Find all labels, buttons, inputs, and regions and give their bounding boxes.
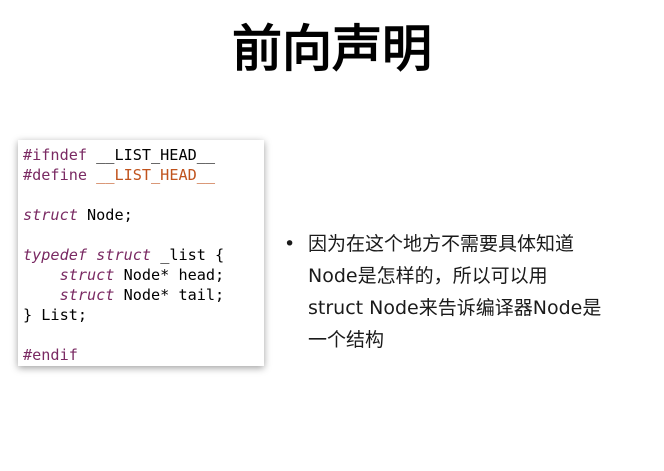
code-line: #define __LIST_HEAD__ xyxy=(23,165,260,185)
code-keyword: struct xyxy=(59,286,115,304)
code-keyword: struct xyxy=(59,266,115,284)
code-line: #ifndef __LIST_HEAD__ xyxy=(23,145,260,165)
bullet-marker: • xyxy=(284,233,296,255)
code-line: struct Node* head; xyxy=(23,265,260,285)
code-preprocessor: #endif xyxy=(23,346,78,364)
bullet-point: • 因为在这个地方不需要具体知道 Node是怎样的，所以可以用 struct N… xyxy=(284,228,644,356)
code-line: struct Node; xyxy=(23,205,260,225)
bullet-text-line: 因为在这个地方不需要具体知道 xyxy=(308,233,575,255)
code-line: } List; xyxy=(23,305,260,325)
code-text: } List; xyxy=(23,306,88,324)
code-macro: __LIST_HEAD__ xyxy=(96,166,216,184)
code-text: Node* head; xyxy=(114,266,225,284)
code-text: _list { xyxy=(151,246,225,264)
bullet-text-line: struct Node来告诉编译器Node是 xyxy=(308,297,602,319)
code-keyword: typedef xyxy=(23,246,88,264)
code-line: typedef struct _list { xyxy=(23,245,260,265)
code-line: #endif xyxy=(23,345,260,365)
bullet-text-line: Node是怎样的，所以可以用 xyxy=(308,265,548,287)
bullet-text-line: 一个结构 xyxy=(308,329,385,351)
code-text: Node; xyxy=(77,206,133,224)
code-keyword: struct xyxy=(96,246,152,264)
code-line: struct Node* tail; xyxy=(23,285,260,305)
slide-title: 前向声明 xyxy=(232,20,432,78)
code-keyword: struct xyxy=(23,206,78,224)
code-block: #ifndef __LIST_HEAD__ #define __LIST_HEAD… xyxy=(18,140,264,366)
code-preprocessor: #define xyxy=(23,166,88,184)
code-text: Node* tail; xyxy=(114,286,225,304)
code-preprocessor: #ifndef xyxy=(23,146,88,164)
code-text: __LIST_HEAD__ xyxy=(87,146,216,164)
